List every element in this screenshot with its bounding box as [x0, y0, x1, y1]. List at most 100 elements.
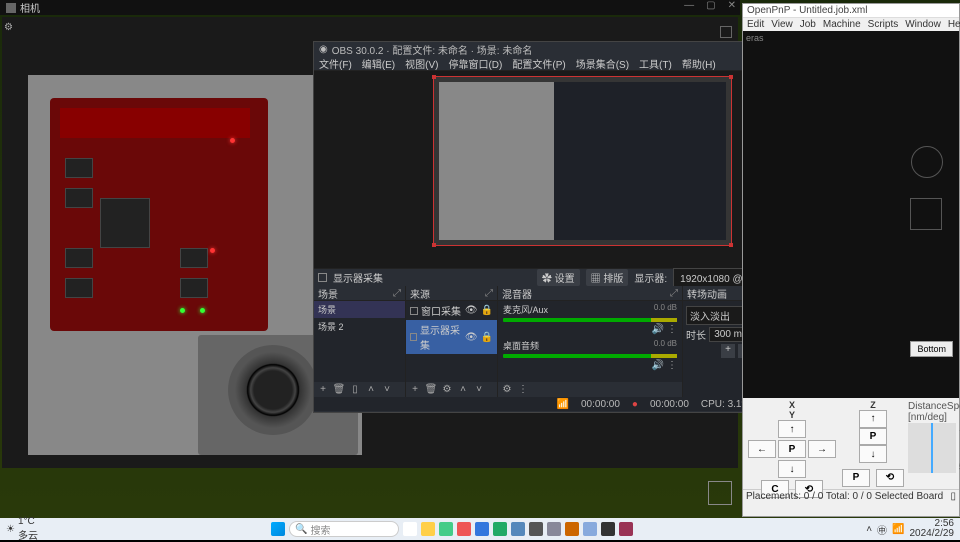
system-tray[interactable]: ˄ ㊥ 📶 2:56 2024/2/29	[866, 519, 954, 539]
source-down-button[interactable]: ˅	[473, 384, 485, 396]
jog-x-plus[interactable]: →	[808, 440, 836, 458]
resize-handle[interactable]	[729, 75, 733, 79]
pnp-menu-machine[interactable]: Machine	[823, 19, 861, 30]
source-settings-button[interactable]: ✿ 设置	[537, 269, 580, 286]
pnp-menu-window[interactable]: Window	[905, 19, 941, 30]
task-view-button[interactable]	[403, 522, 417, 536]
transitions-title: 转场动画	[687, 286, 727, 301]
minimize-button[interactable]: —	[684, 0, 694, 11]
remove-scene-button[interactable]: 🗑	[333, 384, 345, 396]
pnp-menu-help[interactable]: Help	[948, 19, 960, 30]
menu-tools[interactable]: 工具(T)	[639, 56, 672, 71]
source-properties-button[interactable]: ⚙	[441, 384, 453, 396]
visibility-icon[interactable]: 👁	[465, 332, 478, 343]
app-icon[interactable]	[493, 522, 507, 536]
dock-icon[interactable]: ⤢	[670, 288, 678, 299]
taskbar-clock[interactable]: 2:56 2024/2/29	[909, 519, 954, 539]
scene-up-button[interactable]: ˄	[365, 384, 377, 396]
scenes-title: 场景	[318, 286, 338, 301]
menu-edit[interactable]: 编辑(E)	[362, 56, 395, 71]
app-icon[interactable]	[601, 522, 615, 536]
dock-icon[interactable]: ⤢	[393, 288, 401, 299]
app-icon[interactable]	[529, 522, 543, 536]
pnp-camera-view[interactable]: eras Bottom	[743, 31, 959, 398]
jog-z-minus[interactable]: ↓	[859, 445, 887, 463]
pnp-titlebar[interactable]: OpenPnP - Untitled.job.xml	[743, 4, 959, 18]
menu-view[interactable]: 视图(V)	[405, 56, 438, 71]
mixer-menu-icon[interactable]: ⋮	[667, 360, 677, 371]
source-item[interactable]: 显示器采集👁🔒	[406, 320, 497, 354]
mixer-advanced-button[interactable]: ⚙	[501, 384, 513, 396]
maximize-button[interactable]: ▢	[706, 0, 715, 11]
menu-file[interactable]: 文件(F)	[319, 56, 352, 71]
source-grid-button[interactable]: ▦ 排版	[586, 269, 629, 286]
jog-refresh[interactable]: ⟲	[876, 469, 904, 487]
source-item[interactable]: 窗口采集👁🔒	[406, 301, 497, 320]
pnp-menu-job[interactable]: Job	[800, 19, 816, 30]
mixer-footer: ⚙ ⋮	[498, 382, 682, 397]
add-source-button[interactable]: +	[409, 384, 421, 396]
close-button[interactable]: ✕	[728, 0, 736, 11]
app-icon[interactable]	[511, 522, 525, 536]
app-icon[interactable]	[475, 522, 489, 536]
mixer-menu-icon[interactable]: ⋮	[667, 324, 677, 335]
tray-ime-icon[interactable]: ㊥	[877, 522, 887, 537]
lock-icon[interactable]: 🔒	[481, 305, 493, 316]
camera-titlebar[interactable]: 相机 — ▢ ✕	[0, 0, 740, 15]
app-icon[interactable]	[619, 522, 633, 536]
add-transition-button[interactable]: +	[721, 344, 735, 358]
scene-bounds[interactable]	[433, 76, 732, 246]
camera-mode-icon[interactable]	[708, 481, 732, 505]
mixer-menu-button[interactable]: ⋮	[517, 384, 529, 396]
jog-y-plus[interactable]: ↑	[778, 420, 806, 438]
bottom-camera-button[interactable]: Bottom	[910, 341, 953, 357]
taskbar[interactable]: ☀ 1°C 多云 🔍搜索 ˄ ㊥ 📶	[0, 518, 960, 540]
lock-icon[interactable]: 🔒	[481, 332, 493, 343]
jog-x-minus[interactable]: ←	[748, 440, 776, 458]
explorer-icon[interactable]	[421, 522, 435, 536]
scene-filter-button[interactable]: ▯	[349, 384, 361, 396]
pnp-menu-view[interactable]: View	[771, 19, 793, 30]
taskbar-weather[interactable]: ☀ 1°C 多云	[6, 516, 38, 542]
app-icon[interactable]	[457, 522, 471, 536]
menu-help[interactable]: 帮助(H)	[682, 56, 716, 71]
jog-park[interactable]: P	[778, 440, 806, 458]
source-up-button[interactable]: ˄	[457, 384, 469, 396]
jog-z-plus[interactable]: ↑	[859, 410, 887, 428]
mixer-mic-db: 0.0 dB	[654, 303, 677, 316]
tray-wifi-icon[interactable]: 📶	[892, 524, 904, 535]
start-button[interactable]	[271, 522, 285, 536]
weather-icon: ☀	[6, 524, 15, 535]
app-icon[interactable]	[547, 522, 561, 536]
pnp-menu-scripts[interactable]: Scripts	[868, 19, 899, 30]
scene-item[interactable]: 场景	[314, 301, 405, 318]
app-icon[interactable]	[565, 522, 579, 536]
scene-item[interactable]: 场景 2	[314, 318, 405, 335]
mute-icon[interactable]: 🔊	[652, 324, 664, 335]
scene-down-button[interactable]: ˅	[381, 384, 393, 396]
jog-z-home[interactable]: P	[842, 469, 870, 487]
camera-export-icon[interactable]	[720, 26, 732, 38]
distance-slider[interactable]	[908, 423, 956, 473]
pnp-menu-edit[interactable]: Edit	[747, 19, 764, 30]
mute-icon[interactable]: 🔊	[652, 360, 664, 371]
jog-y-minus[interactable]: ↓	[778, 460, 806, 478]
remove-source-button[interactable]: 🗑	[425, 384, 437, 396]
resize-handle[interactable]	[432, 243, 436, 247]
taskbar-search[interactable]: 🔍搜索	[289, 521, 399, 537]
add-scene-button[interactable]: +	[317, 384, 329, 396]
jog-z-park[interactable]: P	[859, 428, 887, 446]
resize-handle[interactable]	[432, 75, 436, 79]
distance-label: Distance	[908, 401, 947, 412]
visibility-icon[interactable]: 👁	[465, 305, 478, 316]
source-visibility-checkbox[interactable]	[318, 273, 327, 282]
tray-chevron-icon[interactable]: ˄	[866, 524, 872, 535]
camera-settings-icon[interactable]: ⚙	[4, 22, 18, 36]
app-icon[interactable]	[583, 522, 597, 536]
app-icon[interactable]	[439, 522, 453, 536]
menu-dock[interactable]: 停靠窗口(D)	[448, 56, 502, 71]
menu-scene-collection[interactable]: 场景集合(S)	[576, 56, 629, 71]
menu-profile[interactable]: 配置文件(P)	[512, 56, 565, 71]
dock-icon[interactable]: ⤢	[485, 288, 493, 299]
resize-handle[interactable]	[729, 243, 733, 247]
